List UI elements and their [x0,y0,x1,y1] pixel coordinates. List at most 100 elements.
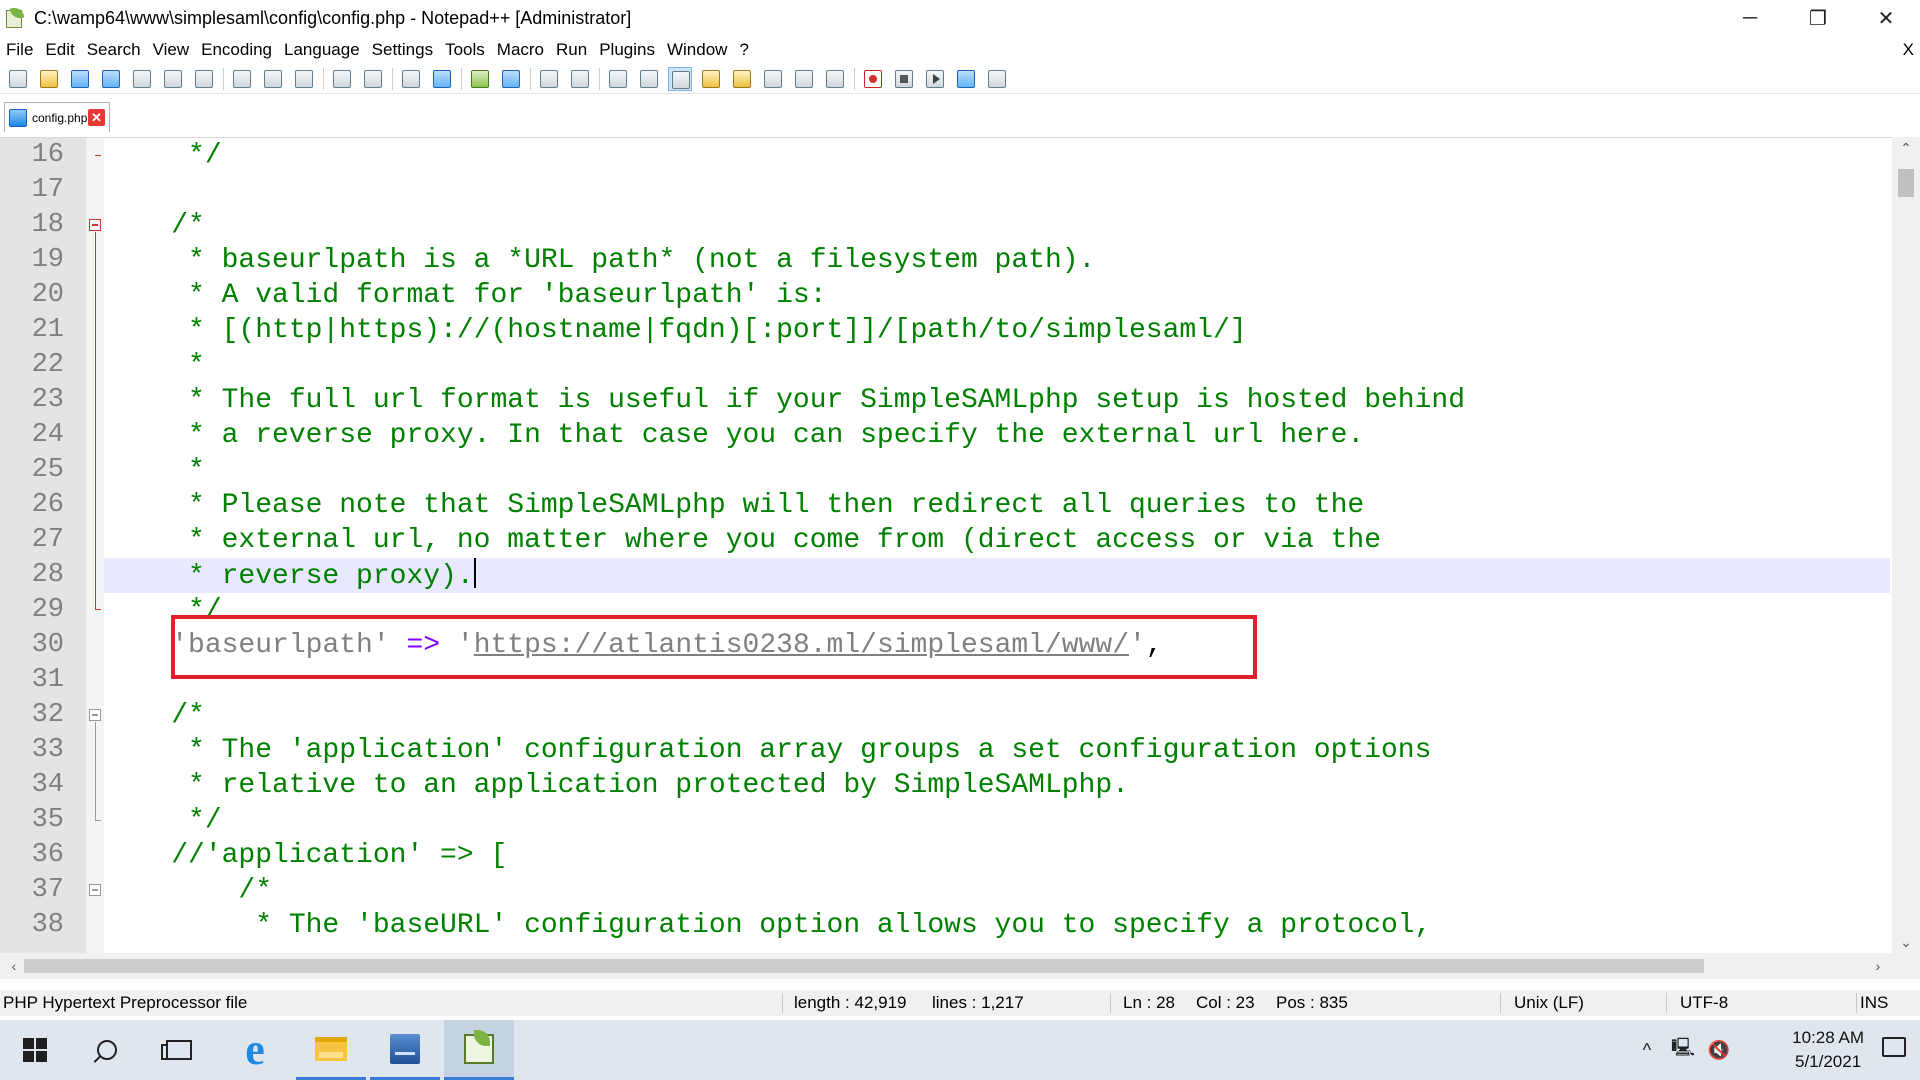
config-key: 'baseurlpath' [171,630,390,661]
print-icon[interactable] [192,67,216,91]
restore-button[interactable]: ❐ [1784,0,1852,36]
show-hidden-icons-button[interactable]: ^ [1632,1020,1662,1080]
tab-config-php[interactable]: config.php ✕ [4,102,110,132]
zoom-in-icon[interactable] [468,67,492,91]
taskbar-notepadpp[interactable] [444,1020,514,1080]
redo-icon[interactable] [361,67,385,91]
close-tab-icon[interactable]: ✕ [88,109,105,126]
status-column: Col : 23 [1196,993,1255,1012]
menu-tools[interactable]: Tools [439,36,491,64]
status-position: Pos : 835 [1276,993,1348,1012]
open-file-icon[interactable] [37,67,61,91]
show-all-characters-icon[interactable] [637,67,661,91]
line-number: 29 [31,595,64,625]
vertical-scrollbar[interactable]: ⌃ ⌄ [1892,137,1920,953]
replace-icon[interactable] [430,67,454,91]
notepadpp-app-icon[interactable] [4,5,26,29]
save-all-icon[interactable] [99,67,123,91]
code-editor[interactable]: 16 17 18 19 20 21 22 23 24 25 26 27 28 2… [0,137,1920,953]
fold-collapse-icon[interactable] [89,219,101,231]
menu-language[interactable]: Language [278,36,366,64]
stop-recording-icon[interactable] [892,67,916,91]
clock-time: 10:28 AM [1792,1028,1864,1047]
word-wrap-icon[interactable] [606,67,630,91]
toolbar-separator [599,67,600,90]
menu-file[interactable]: File [0,36,39,64]
code-line: * [104,350,205,381]
toolbar-separator [223,67,224,90]
scroll-left-arrow-icon[interactable]: ‹ [2,953,26,979]
code-line: */ [104,140,222,171]
menu-settings[interactable]: Settings [366,36,439,64]
line-number: 24 [31,420,64,450]
function-list-icon[interactable] [761,67,785,91]
document-map-icon[interactable] [730,67,754,91]
menu-macro[interactable]: Macro [491,36,550,64]
menu-search[interactable]: Search [81,36,147,64]
menu-plugins[interactable]: Plugins [593,36,661,64]
volume-muted-icon[interactable]: 🔇 [1702,1020,1736,1080]
search-button[interactable] [72,1020,142,1080]
baseurl-link[interactable]: https://atlantis0238.ml/simplesaml/www/ [474,630,1129,661]
line-number: 38 [31,910,64,940]
code-text-area[interactable]: */ /* * baseurlpath is a *URL path* (not… [104,138,1890,953]
taskbar-file-explorer[interactable] [296,1020,366,1080]
fold-collapse-icon[interactable] [89,709,101,721]
menu-encoding[interactable]: Encoding [195,36,278,64]
horizontal-scroll-thumb[interactable] [24,959,1704,973]
network-icon[interactable]: 🖳 [1666,1020,1700,1080]
vertical-scroll-thumb[interactable] [1898,169,1914,197]
fold-collapse-icon[interactable] [89,884,101,896]
copy-icon[interactable] [261,67,285,91]
folder-as-workspace-icon[interactable] [792,67,816,91]
action-center-icon[interactable] [1882,1037,1906,1057]
paste-icon[interactable] [292,67,316,91]
line-number: 30 [31,630,64,660]
scroll-up-arrow-icon[interactable]: ⌃ [1892,137,1920,159]
playback-macro-icon[interactable] [923,67,947,91]
menu-help[interactable]: ? [733,36,754,64]
toolbar-separator [392,67,393,90]
code-line: /* [104,875,273,906]
new-file-icon[interactable] [6,67,30,91]
scroll-down-arrow-icon[interactable]: ⌄ [1892,931,1920,953]
user-defined-language-icon[interactable] [699,67,723,91]
save-icon[interactable] [68,67,92,91]
record-macro-icon[interactable] [861,67,885,91]
find-icon[interactable] [399,67,423,91]
scroll-right-arrow-icon[interactable]: › [1866,953,1890,979]
close-file-icon[interactable] [130,67,154,91]
task-view-button[interactable] [144,1020,214,1080]
zoom-out-icon[interactable] [499,67,523,91]
line-number: 33 [31,735,64,765]
code-line: * external url, no matter where you come… [104,525,1382,556]
close-window-button[interactable]: ✕ [1852,0,1920,36]
line-number: 35 [31,805,64,835]
close-all-icon[interactable] [161,67,185,91]
status-encoding: UTF-8 [1680,993,1729,1012]
status-length: length : 42,919 [794,993,907,1012]
menu-edit[interactable]: Edit [39,36,80,64]
indent-guide-icon[interactable] [668,66,692,91]
status-insert-mode: INS [1860,993,1889,1012]
taskbar-server-manager[interactable] [370,1020,440,1080]
taskbar-internet-explorer[interactable]: e [220,1020,290,1080]
menu-view[interactable]: View [147,36,196,64]
save-macro-icon[interactable] [985,67,1009,91]
code-line: * The full url format is useful if your … [104,385,1466,416]
sync-vertical-scroll-icon[interactable] [537,67,561,91]
minimize-button[interactable]: ─ [1716,0,1784,36]
system-clock[interactable]: 10:28 AM 5/1/2021 [1792,1026,1864,1074]
sync-horizontal-scroll-icon[interactable] [568,67,592,91]
code-line: /* [104,210,205,241]
menu-run[interactable]: Run [550,36,593,64]
task-view-icon [161,1040,192,1060]
close-document-button[interactable]: X [1903,36,1914,64]
menu-window[interactable]: Window [661,36,733,64]
start-button[interactable] [0,1020,70,1080]
horizontal-scrollbar[interactable]: ‹ › [0,953,1920,979]
undo-icon[interactable] [330,67,354,91]
run-macro-multiple-icon[interactable] [954,67,978,91]
cut-icon[interactable] [230,67,254,91]
monitoring-eye-icon[interactable] [823,67,847,91]
